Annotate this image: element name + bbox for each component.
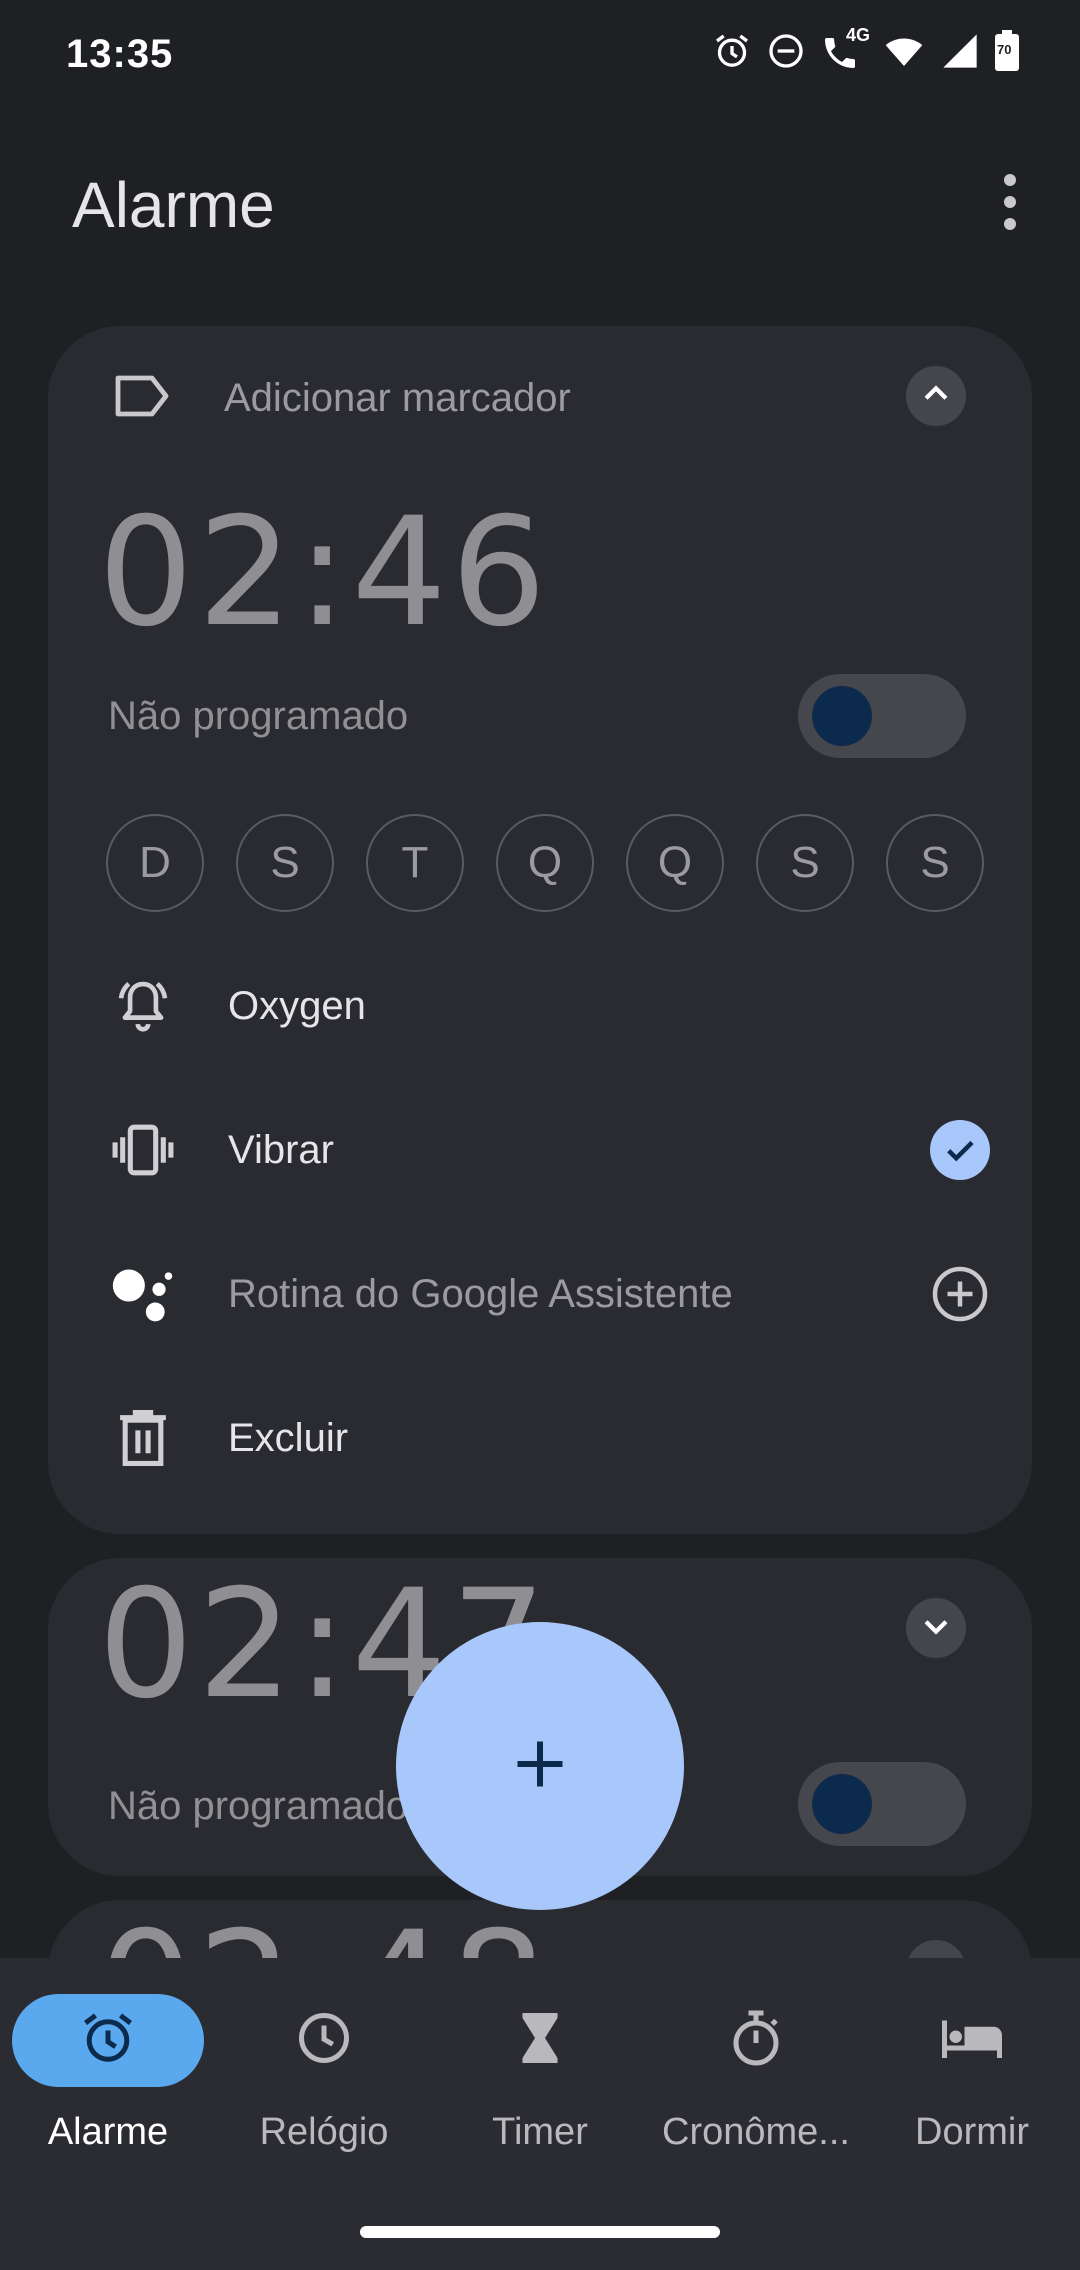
nav-label: Relógio [259,2111,389,2153]
weekday-selector: D S T Q Q S S [106,814,984,912]
day-tuesday[interactable]: T [366,814,464,912]
wifi-icon [882,31,926,71]
chevron-down-icon [919,1609,953,1648]
day-wednesday[interactable]: Q [496,814,594,912]
trash-icon [110,1405,176,1471]
add-alarm-button[interactable] [396,1622,684,1910]
alarm-time[interactable]: 02:46 [98,486,550,660]
do-not-disturb-icon [766,31,806,71]
hourglass-icon [510,2008,570,2073]
nav-pill [12,1994,204,2087]
wifi-call-icon: 4G [820,25,870,71]
clock-icon [294,2008,354,2073]
home-indicator[interactable] [360,2226,720,2238]
alarm-icon [712,31,752,71]
signal-icon [940,31,980,71]
page-title: Alarme [72,169,275,241]
add-label-row[interactable]: Adicionar marcador [112,374,571,423]
vibrate-icon [110,1117,176,1183]
nav-pill [660,1994,852,2087]
expand-button[interactable] [906,1598,966,1658]
ringtone-label: Oxygen [228,983,366,1028]
plus-icon [510,1734,570,1799]
nav-item-timer[interactable]: Timer [432,1994,648,2154]
vibrate-checkbox[interactable] [930,1120,990,1180]
status-icons: 4G 70 [712,25,1020,72]
nav-label: Dormir [915,2111,1029,2153]
battery-level: 70 [997,42,1012,57]
network-type-label: 4G [846,25,871,45]
delete-label: Excluir [228,1415,349,1460]
alarm-bell-icon [110,973,176,1039]
collapse-button[interactable] [906,366,966,426]
alarm-toggle[interactable] [798,674,966,758]
more-options-button[interactable] [990,172,1030,232]
nav-item-bedtime[interactable]: Dormir [864,1994,1080,2154]
battery-icon: 70 [994,30,1020,72]
google-assistant-icon [110,1261,176,1327]
toggle-knob [812,686,872,746]
assistant-routine-row[interactable]: Rotina do Google Assistente [110,1244,990,1344]
day-thursday[interactable]: Q [626,814,724,912]
day-saturday[interactable]: S [886,814,984,912]
add-label-text: Adicionar marcador [224,376,571,420]
delete-row[interactable]: Excluir [110,1388,990,1488]
schedule-text: Não programado [108,694,409,738]
alarm-card-expanded[interactable]: Adicionar marcador 02:46 Não programado … [48,326,1032,1534]
vibrate-label: Vibrar [228,1127,334,1172]
nav-item-stopwatch[interactable]: Cronôme... [648,1994,864,2154]
status-bar: 13:35 4G 70 [0,0,1080,110]
nav-item-alarm[interactable]: Alarme [0,1994,216,2154]
toggle-knob [812,1774,872,1834]
bed-icon [939,2008,1005,2073]
day-friday[interactable]: S [756,814,854,912]
day-sunday[interactable]: D [106,814,204,912]
nav-pill [444,1994,636,2087]
vibrate-row[interactable]: Vibrar [110,1100,990,1200]
more-vert-icon [1004,174,1016,186]
add-routine-button[interactable] [930,1264,990,1324]
ringtone-row[interactable]: Oxygen [110,956,990,1056]
nav-pill [876,1994,1068,2087]
nav-label: Timer [492,2111,588,2153]
nav-label: Cronôme... [662,2111,850,2153]
status-time: 13:35 [66,32,174,76]
assistant-routine-label: Rotina do Google Assistente [228,1271,733,1316]
alarm-toggle[interactable] [798,1762,966,1846]
alarm-icon [78,2008,138,2073]
day-monday[interactable]: S [236,814,334,912]
schedule-text: Não programado [108,1784,409,1828]
nav-pill [228,1994,420,2087]
nav-label: Alarme [47,2111,169,2153]
nav-item-clock[interactable]: Relógio [216,1994,432,2154]
label-icon [112,374,172,423]
bottom-navigation: Alarme Relógio Timer Cronôme... Dormir [0,1958,1080,2270]
stopwatch-icon [726,2008,786,2073]
chevron-up-icon [919,377,953,416]
